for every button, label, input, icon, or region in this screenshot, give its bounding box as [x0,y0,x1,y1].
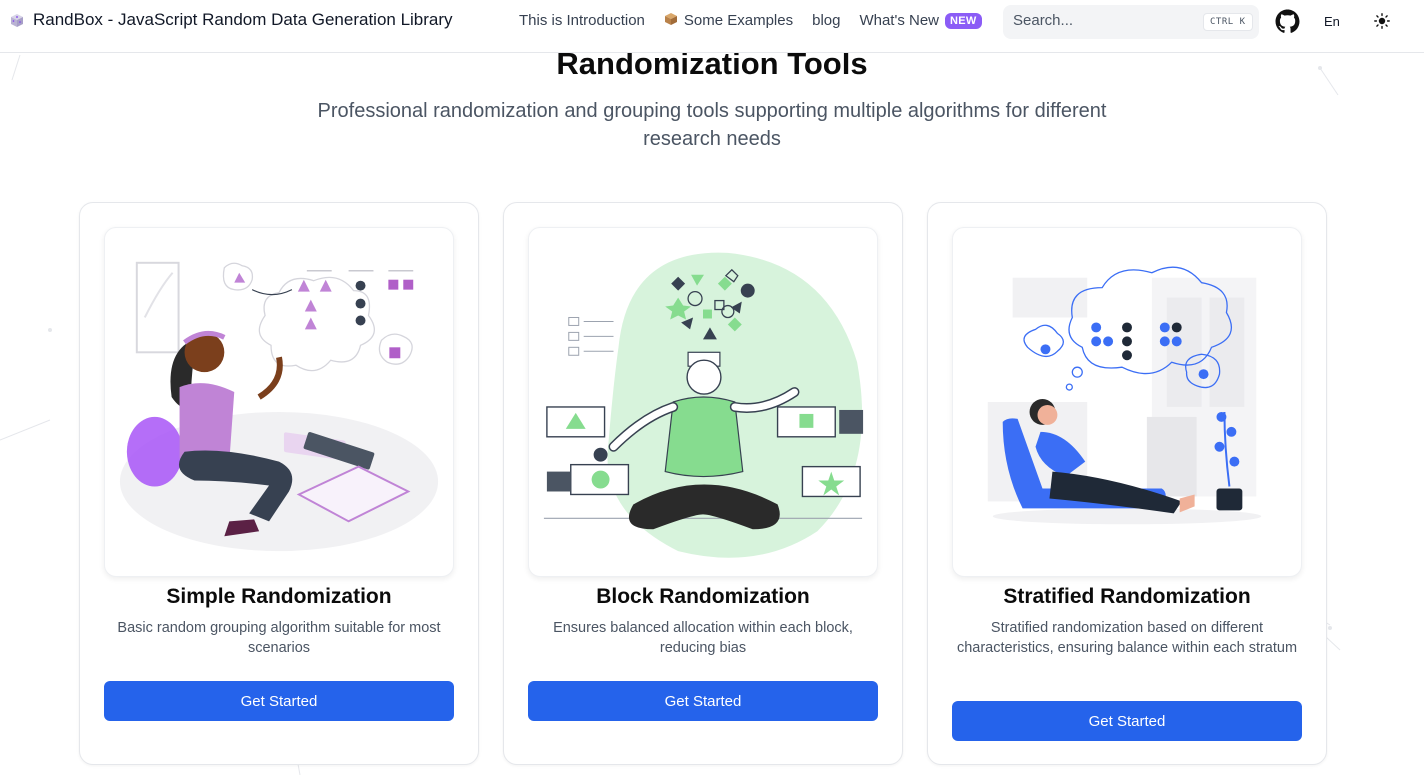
nav-blog-link[interactable]: blog [812,12,840,29]
simple-randomization-card: Simple Randomization Basic random groupi… [79,202,479,765]
block-randomization-card: Block Randomization Ensures balanced all… [503,202,903,765]
package-icon [664,13,677,25]
nav-examples-label: Some Examples [683,12,794,29]
get-started-button[interactable]: Get Started [104,681,454,721]
get-started-button[interactable]: Get Started [952,701,1302,741]
main-nav: This is Introduction Some Examples blog … [519,12,982,29]
man-meditating-shapes-illustration [543,252,864,558]
search-shortcut-hint: CTRL K [1203,13,1253,31]
new-badge: NEW [945,13,982,29]
woman-relaxing-thinking-illustration [987,266,1262,525]
dice-logo-icon [11,14,23,27]
nav-introduction-link[interactable]: This is Introduction [519,12,645,29]
card-description: Stratified randomization based on differ… [956,620,1298,656]
card-title: Block Randomization [596,585,810,608]
top-navbar: RandBox - JavaScript Random Data Generat… [0,0,1424,53]
page-subtitle: Professional randomization and grouping … [317,100,1107,150]
card-description: Ensures balanced allocation within each … [553,620,853,656]
stratified-randomization-card: Stratified Randomization Stratified rand… [927,202,1327,765]
brand-link[interactable]: RandBox - JavaScript Random Data Generat… [9,10,453,30]
sun-icon[interactable] [1374,13,1390,29]
search-box[interactable]: CTRL K [1003,5,1259,39]
card-description: Basic random grouping algorithm suitable… [117,620,441,656]
brand-title: RandBox - JavaScript Random Data Generat… [33,10,453,29]
woman-thinking-shapes-illustration [119,261,439,552]
nav-whats-new-link[interactable]: What's New NEW [859,12,982,29]
github-icon[interactable] [1275,9,1300,34]
card-illustration [104,227,454,577]
get-started-button[interactable]: Get Started [528,681,878,721]
card-title: Simple Randomization [166,585,392,608]
nav-whats-new-label: What's New [859,12,940,29]
nav-examples-link[interactable]: Some Examples [664,12,793,29]
card-illustration [952,227,1302,577]
search-input[interactable] [1013,12,1193,29]
card-illustration [528,227,878,577]
card-title: Stratified Randomization [1003,585,1251,608]
language-switcher[interactable]: En [1324,14,1340,29]
